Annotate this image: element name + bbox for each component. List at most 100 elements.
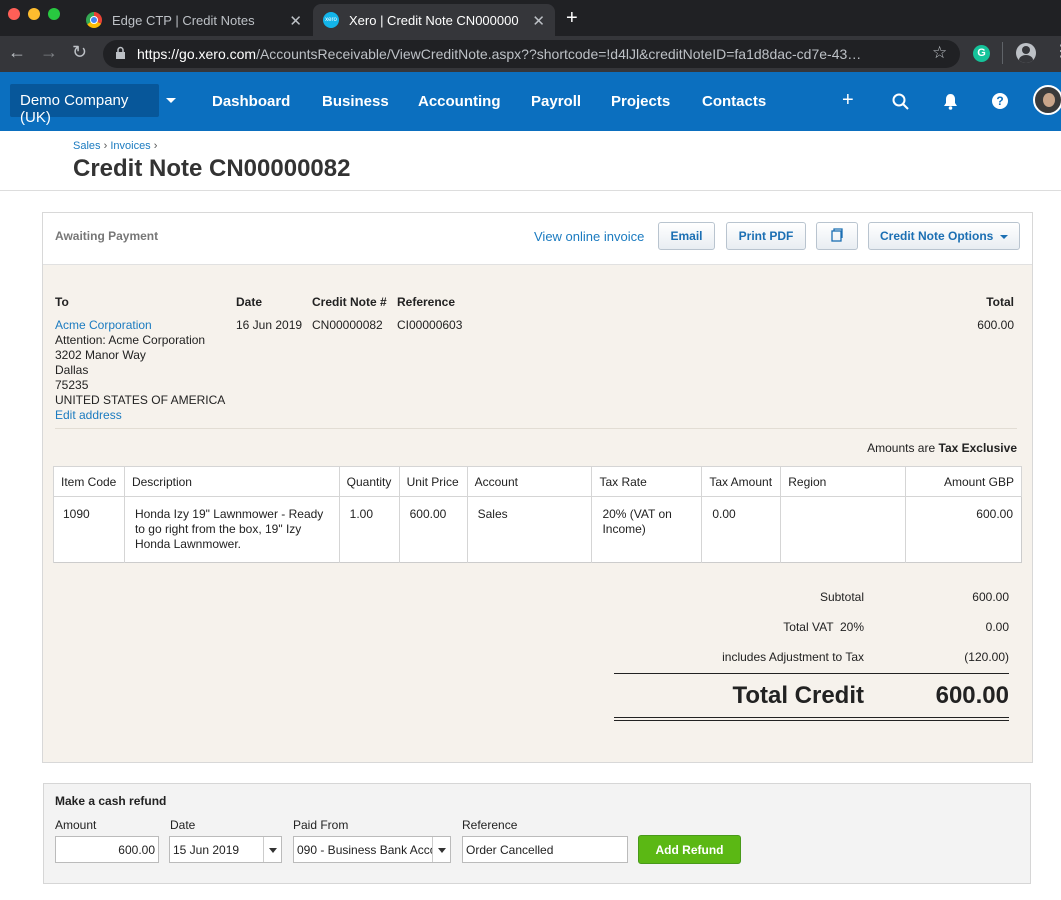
- notifications-bell-icon[interactable]: [943, 93, 958, 113]
- user-avatar[interactable]: [1033, 85, 1061, 115]
- lock-icon: [115, 46, 126, 60]
- total-label: Total: [986, 295, 1014, 309]
- refund-reference-label: Reference: [462, 818, 518, 832]
- to-label: To: [55, 295, 69, 309]
- forward-icon[interactable]: →: [40, 42, 58, 63]
- org-switcher[interactable]: Demo Company (UK): [10, 84, 176, 126]
- credit-note-number-value: CN00000082: [312, 318, 383, 332]
- back-icon[interactable]: ←: [8, 42, 26, 63]
- refund-amount-label: Amount: [55, 818, 97, 832]
- column-header: Unit Price: [398, 466, 468, 497]
- totals-rule: [614, 673, 1009, 674]
- date-dropdown-button[interactable]: [263, 837, 281, 862]
- search-icon[interactable]: [892, 93, 909, 113]
- tax-rate-cell: 20% (VAT on Income): [591, 496, 702, 563]
- address-line: UNITED STATES OF AMERICA: [55, 393, 226, 407]
- column-header: Tax Amount: [701, 466, 782, 497]
- account-cell: Sales: [466, 496, 592, 563]
- address-line: Attention: Acme Corporation: [55, 333, 206, 347]
- add-icon[interactable]: +: [842, 89, 854, 112]
- divider: [55, 428, 1017, 429]
- copy-button[interactable]: [816, 222, 858, 250]
- browser-menu-icon[interactable]: ⋮: [1053, 41, 1061, 61]
- refund-date-picker[interactable]: 15 Jun 2019: [169, 836, 282, 863]
- refund-title: Make a cash refund: [55, 794, 167, 808]
- breadcrumb-invoices[interactable]: Invoices: [110, 140, 150, 152]
- refund-reference-input[interactable]: Order Cancelled: [462, 836, 628, 863]
- add-refund-button[interactable]: Add Refund: [638, 835, 741, 864]
- chevron-down-icon: [1000, 235, 1008, 239]
- nav-contacts[interactable]: Contacts: [702, 93, 766, 110]
- line-items-table: Item Code Description Quantity Unit Pric…: [53, 466, 1022, 563]
- url-prefix: https://: [137, 46, 180, 62]
- column-header: Account: [466, 466, 593, 497]
- email-button[interactable]: Email: [658, 222, 715, 250]
- nav-dashboard[interactable]: Dashboard: [212, 93, 290, 110]
- url-field[interactable]: https://go.xero.com/AccountsReceivable/V…: [103, 40, 960, 68]
- refund-paid-from-label: Paid From: [293, 818, 349, 832]
- browser-tab-credit-notes[interactable]: Edge CTP | Credit Notes ✕: [76, 4, 312, 36]
- tax-adjustment-label: includes Adjustment to Tax: [722, 650, 864, 664]
- tab-title: Xero | Credit Note CN0000008: [349, 12, 519, 28]
- column-header: Region: [780, 466, 907, 497]
- unit-price-cell: 600.00: [398, 496, 468, 563]
- total-vat-value: 0.00: [985, 620, 1009, 634]
- xero-favicon-icon: xero: [323, 12, 339, 28]
- totals-double-rule: [614, 717, 1009, 721]
- address-line: Dallas: [55, 363, 89, 377]
- nav-business[interactable]: Business: [322, 93, 389, 110]
- maximize-window-icon[interactable]: [48, 8, 60, 20]
- close-tab-icon[interactable]: ✕: [289, 12, 302, 30]
- nav-payroll[interactable]: Payroll: [531, 93, 581, 110]
- help-icon[interactable]: ?: [992, 93, 1008, 109]
- description-cell: Honda Izy 19" Lawnmower - Ready to go ri…: [123, 496, 340, 563]
- chevron-down-icon: [166, 98, 176, 103]
- nav-projects[interactable]: Projects: [611, 93, 670, 110]
- print-pdf-button[interactable]: Print PDF: [726, 222, 806, 250]
- url-host: go.xero.com: [179, 46, 257, 62]
- options-label: Credit Note Options: [880, 229, 994, 243]
- close-window-icon[interactable]: [8, 8, 20, 20]
- refund-date-label: Date: [170, 818, 196, 832]
- region-cell: [780, 496, 906, 563]
- reference-label: Reference: [397, 295, 456, 309]
- grammarly-extension-icon[interactable]: G: [973, 45, 990, 62]
- column-header: Amount GBP: [905, 466, 1022, 497]
- date-value: 16 Jun 2019: [236, 318, 303, 332]
- page-title: Credit Note CN00000082: [73, 155, 351, 182]
- column-header: Description: [123, 466, 340, 497]
- table-header-row: Item Code Description Quantity Unit Pric…: [53, 466, 1022, 497]
- breadcrumb-sales[interactable]: Sales: [73, 140, 101, 152]
- paid-from-dropdown-button[interactable]: [432, 837, 450, 862]
- refund-amount-input[interactable]: 600.00: [55, 836, 159, 863]
- breadcrumb: Sales › Invoices ›: [73, 140, 157, 152]
- minimize-window-icon[interactable]: [28, 8, 40, 20]
- address-line: 3202 Manor Way: [55, 348, 146, 362]
- contact-link[interactable]: Acme Corporation: [55, 318, 152, 332]
- column-header: Tax Rate: [591, 466, 703, 497]
- quantity-cell: 1.00: [338, 496, 400, 563]
- url-path: /AccountsReceivable/ViewCreditNote.aspx?…: [256, 46, 862, 62]
- close-tab-icon[interactable]: ✕: [532, 12, 545, 30]
- date-label: Date: [236, 295, 263, 309]
- subtotal-value: 600.00: [972, 590, 1009, 604]
- amount-cell: 600.00: [905, 496, 1022, 563]
- column-header: Quantity: [338, 466, 400, 497]
- cash-refund-panel: [43, 783, 1031, 884]
- view-online-invoice-link[interactable]: View online invoice: [534, 229, 644, 244]
- browser-tab-xero[interactable]: xero Xero | Credit Note CN0000008 ✕: [313, 4, 555, 36]
- refund-paid-from-value: 090 - Business Bank Account: [297, 843, 451, 857]
- reload-icon[interactable]: ↻: [72, 42, 87, 63]
- refund-paid-from-select[interactable]: 090 - Business Bank Account: [293, 836, 451, 863]
- new-tab-icon[interactable]: +: [566, 7, 578, 30]
- tab-title: Edge CTP | Credit Notes: [112, 12, 255, 28]
- bookmark-star-icon[interactable]: ☆: [932, 43, 947, 63]
- total-vat-label: Total VAT 20%: [783, 620, 864, 634]
- profile-icon[interactable]: [1016, 43, 1036, 63]
- chrome-favicon-icon: [86, 12, 102, 28]
- nav-accounting[interactable]: Accounting: [418, 93, 501, 110]
- edit-address-link[interactable]: Edit address: [55, 408, 122, 422]
- refund-date-value: 15 Jun 2019: [173, 843, 240, 857]
- credit-note-options-button[interactable]: Credit Note Options: [868, 222, 1020, 250]
- chevron-down-icon: [269, 848, 277, 853]
